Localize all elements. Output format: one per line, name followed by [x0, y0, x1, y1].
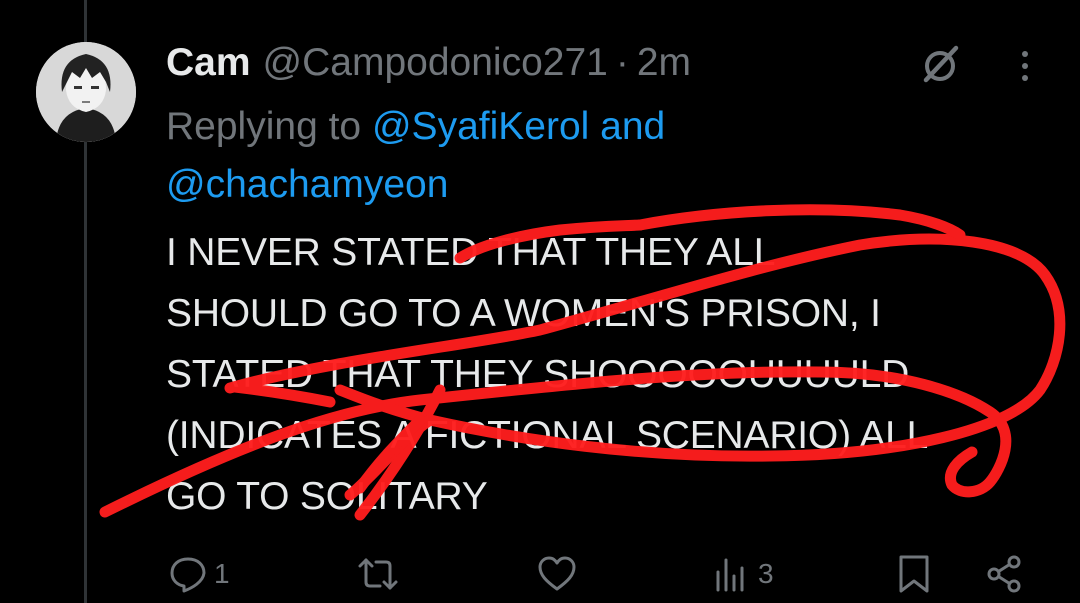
share-button[interactable]: [984, 548, 1024, 600]
more-icon[interactable]: [1012, 44, 1038, 88]
replying-prefix: Replying to: [166, 105, 362, 148]
views-icon: [716, 558, 744, 592]
mention-and[interactable]: and: [600, 105, 665, 148]
timestamp[interactable]: 2m: [637, 38, 691, 88]
replying-to: Replying to @SyafiKerol and @chachamyeon: [166, 98, 1046, 214]
like-button[interactable]: [536, 548, 578, 600]
avatar[interactable]: [36, 42, 136, 142]
retweet-button[interactable]: [356, 548, 400, 600]
tweet-text-line: GO TO SOLITARY: [166, 475, 488, 518]
like-icon: [538, 556, 576, 591]
tweet-text: I NEVER STATED THAT THEY ALL SHOULD GO T…: [166, 222, 1056, 527]
share-icon: [987, 555, 1021, 593]
bookmark-button[interactable]: [896, 548, 932, 600]
views-count: 3: [758, 558, 774, 589]
mention-chachamyeon[interactable]: @chachamyeon: [166, 163, 448, 206]
author-name[interactable]: Cam: [166, 38, 251, 88]
reply-icon: [170, 557, 206, 593]
tweet-text-line: STATED THAT THEY SHOOOOOUUUULD: [166, 353, 910, 396]
tweet-text-line: I NEVER STATED THAT THEY ALL: [166, 231, 776, 274]
tweet-header: Cam @Campodonico271 · 2m: [166, 38, 691, 88]
reply-button[interactable]: 1: [168, 548, 230, 600]
tweet-text-line: SHOULD GO TO A WOMEN'S PRISON, I: [166, 292, 881, 335]
separator-dot: ·: [615, 41, 629, 84]
bookmark-icon: [899, 555, 929, 593]
action-bar: 1 3: [0, 548, 1080, 600]
views-button[interactable]: 3: [712, 548, 774, 600]
author-handle[interactable]: @Campodonico271: [263, 38, 608, 88]
grok-icon[interactable]: [916, 42, 964, 86]
tweet-text-line: (INDICATES A FICTIONAL SCENARIO) ALL: [166, 414, 929, 457]
mention-syafikerol[interactable]: @SyafiKerol: [372, 105, 589, 148]
reply-count: 1: [214, 558, 230, 589]
retweet-icon: [358, 558, 398, 590]
